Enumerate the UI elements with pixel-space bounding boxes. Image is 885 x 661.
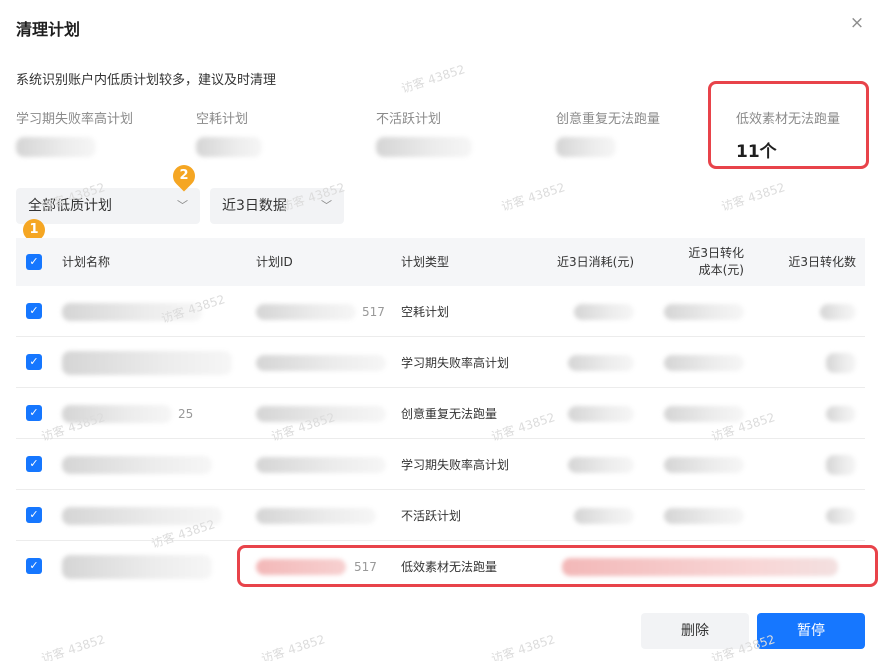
stat-value-redacted [556, 137, 660, 161]
conv-cost-redacted [656, 286, 744, 337]
header-name: 计划名称 [62, 254, 111, 269]
delete-button[interactable]: 删除 [641, 613, 749, 649]
cost-redacted [556, 490, 634, 541]
highlight-box-row [237, 545, 878, 587]
plan-id-redacted [256, 439, 386, 490]
conv-count-redacted [816, 337, 856, 388]
table-row: ✓ 25 创意重复无法跑量 [16, 388, 865, 439]
plan-name-redacted [62, 490, 222, 541]
table-row: ✓ 不活跃计划 [16, 490, 865, 541]
plan-type-cell: 学习期失败率高计划 [401, 458, 510, 472]
table-row: ✓ 517 空耗计划 [16, 286, 865, 337]
plan-type-cell: 不活跃计划 [401, 509, 462, 523]
conv-cost-redacted [656, 490, 744, 541]
conv-count-redacted [816, 439, 856, 490]
row-checkbox[interactable]: ✓ [26, 303, 42, 319]
header-conv-count: 近3日转化数 [788, 254, 856, 269]
plan-type-cell: 创意重复无法跑量 [401, 407, 498, 421]
header-id: 计划ID [256, 254, 293, 269]
cost-redacted [556, 337, 634, 388]
stat-label: 学习期失败率高计划 [16, 112, 134, 127]
cost-redacted [556, 388, 634, 439]
stat-creative-duplicate: 创意重复无法跑量 [556, 108, 660, 161]
conv-cost-redacted [656, 388, 744, 439]
plan-id-redacted [256, 337, 386, 388]
table-row: ✓ 学习期失败率高计划 [16, 439, 865, 490]
row-checkbox[interactable]: ✓ [26, 507, 42, 523]
table-row: ✓ 学习期失败率高计划 [16, 337, 865, 388]
stat-inactive: 不活跃计划 [376, 108, 472, 161]
chevron-down-icon: ﹀ [321, 199, 332, 212]
stat-value-redacted [16, 137, 133, 161]
stat-learning-fail: 学习期失败率高计划 [16, 108, 133, 161]
conv-cost-redacted [656, 337, 744, 388]
header-type: 计划类型 [401, 254, 450, 269]
header-conv-cost: 近3日转化 成本(元) [688, 246, 744, 277]
stat-value-redacted [196, 137, 262, 161]
header-cost: 近3日消耗(元) [557, 254, 634, 269]
plan-type-cell: 空耗计划 [401, 305, 450, 319]
plan-id-redacted [256, 490, 376, 541]
dialog-description: 系统识别账户内低质计划较多，建议及时清理 [16, 73, 277, 88]
plan-table: ✓ 计划名称 计划ID 计划类型 近3日消耗(元) 近3日转化 成本(元) 近3日… [16, 238, 865, 592]
row-checkbox[interactable]: ✓ [26, 354, 42, 370]
stat-label: 空耗计划 [196, 112, 249, 127]
watermark: 访客 43852 [719, 180, 787, 214]
watermark: 访客 43852 [259, 632, 327, 661]
watermark: 访客 43852 [39, 632, 107, 661]
watermark: 访客 43852 [499, 180, 567, 214]
plan-type-cell: 学习期失败率高计划 [401, 356, 510, 370]
conv-count-redacted [806, 286, 856, 337]
date-filter-select[interactable]: 近3日数据 ﹀ [210, 188, 344, 224]
plan-name-redacted [62, 439, 212, 490]
cost-redacted [556, 439, 634, 490]
plan-name-cell: 25 [62, 388, 193, 439]
watermark: 访客 43852 [399, 62, 467, 96]
marker-two-icon: 2 [168, 160, 200, 192]
stat-idle-cost: 空耗计划 [196, 108, 262, 161]
plan-id-cell: 517 [256, 286, 385, 337]
chevron-down-icon: ﹀ [177, 199, 188, 212]
stat-label: 创意重复无法跑量 [556, 112, 661, 127]
conv-count-redacted [816, 490, 856, 541]
cost-redacted [556, 286, 634, 337]
stat-label: 不活跃计划 [376, 112, 442, 127]
plan-filter-value: 全部低质计划 [28, 198, 112, 214]
plan-name-redacted [62, 337, 232, 388]
plan-id-redacted [256, 388, 386, 439]
conv-cost-redacted [656, 439, 744, 490]
conv-count-redacted [816, 388, 856, 439]
close-icon[interactable]: × [846, 12, 868, 34]
select-all-checkbox[interactable]: ✓ [26, 254, 42, 270]
table-header: ✓ 计划名称 计划ID 计划类型 近3日消耗(元) 近3日转化 成本(元) 近3日… [16, 238, 865, 286]
clean-plan-dialog: 清理计划 × 系统识别账户内低质计划较多，建议及时清理 学习期失败率高计划 空耗… [0, 0, 885, 661]
pause-button[interactable]: 暂停 [757, 613, 865, 649]
row-checkbox[interactable]: ✓ [26, 405, 42, 421]
plan-name-redacted [62, 541, 212, 592]
plan-name-redacted [62, 286, 202, 337]
row-checkbox[interactable]: ✓ [26, 558, 42, 574]
watermark: 访客 43852 [489, 632, 557, 661]
date-filter-value: 近3日数据 [222, 198, 287, 214]
stat-value-redacted [376, 137, 472, 161]
row-checkbox[interactable]: ✓ [26, 456, 42, 472]
dialog-title: 清理计划 [16, 20, 81, 39]
highlight-box-stat [708, 81, 869, 169]
